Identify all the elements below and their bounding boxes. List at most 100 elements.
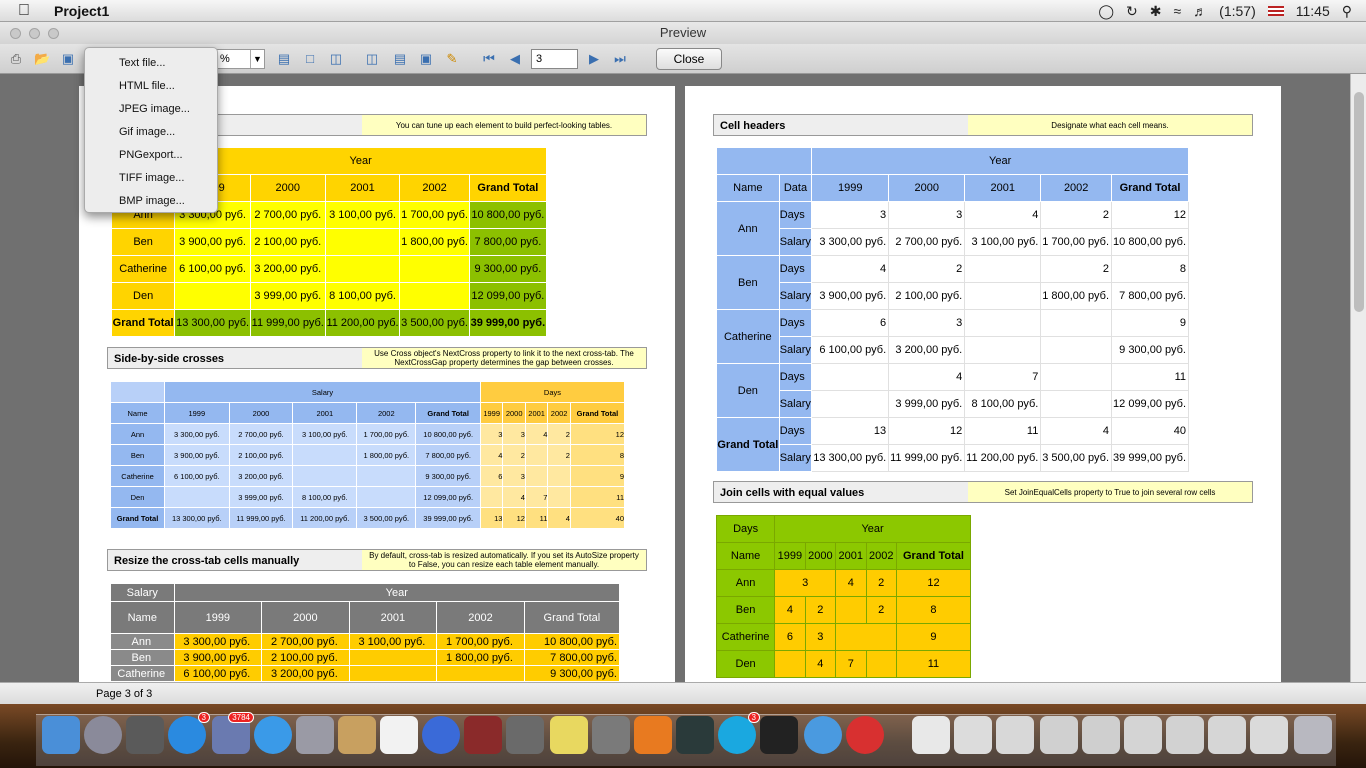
export-menu: Text file... HTML file... JPEG image... Gif… [84, 47, 218, 213]
page-setup-icon[interactable]: ▣ [418, 51, 434, 67]
first-page-icon[interactable]: ⏮ [481, 51, 497, 67]
menu-item[interactable]: Gif image... [85, 121, 217, 144]
menu-item[interactable]: Text file... [85, 52, 217, 75]
table-cell: 39 999,00 руб. [468, 309, 548, 337]
row-header: Den [109, 486, 166, 508]
thumbnails-icon[interactable]: ▤ [392, 51, 408, 67]
clock[interactable]: 11:45 [1296, 3, 1330, 19]
window-titlebar: Preview [0, 22, 1366, 44]
vertical-scrollbar[interactable] [1350, 74, 1366, 682]
row-header: Days [778, 363, 813, 391]
last-page-icon[interactable]: ⏭ [612, 51, 628, 67]
whole-page-icon[interactable]: □ [302, 51, 318, 67]
menu-item[interactable]: PNGexport... [85, 144, 217, 167]
finder-icon[interactable] [42, 716, 80, 754]
zoom-window-icon[interactable] [48, 28, 59, 39]
print-icon[interactable]: ⎙ [8, 51, 24, 67]
menu-item[interactable]: BMP image... [85, 190, 217, 213]
page-number-input[interactable]: 3 [531, 49, 578, 69]
sync-icon[interactable]: ↻ [1126, 3, 1138, 20]
vlc-icon[interactable] [634, 716, 672, 754]
save-icon[interactable]: ▣ [60, 51, 76, 67]
menu-item[interactable]: HTML file... [85, 75, 217, 98]
zoom-value: % [220, 53, 230, 65]
row-header: Grand Total [110, 309, 176, 337]
next-page-icon[interactable]: ▶ [586, 51, 602, 67]
window-thumbnail[interactable] [1250, 716, 1288, 754]
outline-icon[interactable]: ◫ [364, 51, 380, 67]
column-header: 2000 [261, 601, 350, 634]
stickies-icon[interactable] [550, 716, 588, 754]
window-thumbnail[interactable] [1166, 716, 1204, 754]
table-row: Grand Total 13 300,00 руб. 11 999,00 руб. 1… [109, 507, 626, 529]
scroll-thumb[interactable] [1354, 92, 1364, 312]
window-thumbnail[interactable] [1124, 716, 1162, 754]
window-thumbnail[interactable] [1082, 716, 1120, 754]
spotlight-icon[interactable]: ⚲ [1342, 3, 1352, 20]
table-cell [964, 336, 1042, 364]
table-cell: 11 999,00 руб. [888, 444, 966, 472]
system-preferences-icon[interactable] [592, 716, 630, 754]
table-row: Year [715, 147, 1189, 175]
table-cell: 13 [479, 507, 504, 529]
mail-icon[interactable]: 3784 [212, 712, 254, 754]
row-header: Days [778, 309, 813, 337]
table-cell: 13 300,00 руб. [164, 507, 230, 529]
column-header: Name [109, 402, 166, 424]
table-cell: 6 [479, 465, 504, 487]
close-window-icon[interactable] [10, 28, 21, 39]
open-icon[interactable]: 📂 [34, 51, 50, 67]
flag-icon[interactable] [1267, 6, 1284, 16]
column-header: Grand Total [1111, 174, 1189, 202]
menu-item[interactable]: TIFF image... [85, 167, 217, 190]
row-header: Days [778, 255, 813, 283]
section-header: Side-by-side crosses Use Cross object's … [107, 347, 647, 369]
app-store-icon[interactable]: 3 [168, 712, 210, 754]
skype-icon[interactable]: 3 [718, 712, 760, 754]
wifi-icon[interactable]: ≈ [1173, 3, 1181, 19]
window-thumbnail[interactable] [954, 716, 992, 754]
table-cell: 3 500,00 руб. [399, 309, 470, 337]
safari-icon[interactable] [254, 716, 292, 754]
table-cell: 3 100,00 руб. [964, 228, 1042, 256]
volume-icon[interactable]: ♬ [1193, 3, 1207, 19]
window-thumbnail[interactable] [996, 716, 1034, 754]
activity-monitor-icon[interactable] [676, 716, 714, 754]
launchpad-icon[interactable] [84, 716, 122, 754]
table-cell [356, 465, 417, 487]
preview-app-icon[interactable] [804, 716, 842, 754]
row-header: Catherine [109, 465, 166, 487]
itunes-icon[interactable] [422, 716, 460, 754]
mission-control-icon[interactable] [126, 716, 164, 754]
section-header: Resize the cross-tab cells manually By d… [107, 549, 647, 571]
app-name[interactable]: Project1 [54, 3, 109, 19]
window-thumbnail[interactable] [1040, 716, 1078, 754]
document-icon[interactable] [912, 716, 950, 754]
prev-page-icon[interactable]: ◀ [507, 51, 523, 67]
window-thumbnail[interactable] [1208, 716, 1246, 754]
console-icon[interactable] [760, 716, 798, 754]
table-cell: 12 099,00 руб. [415, 486, 481, 508]
table-row: Ben 4 2 2 8 [715, 596, 972, 624]
time-machine-icon[interactable]: ◯ [1098, 3, 1114, 20]
bluetooth-icon[interactable]: ✱ [1150, 3, 1162, 20]
contacts-icon[interactable] [338, 716, 376, 754]
trash-icon[interactable] [1294, 716, 1332, 754]
minimize-window-icon[interactable] [29, 28, 40, 39]
table-row: Salary 3 300,00 руб. 2 700,00 руб. 3 100,00… [717, 228, 1189, 256]
app-icon[interactable] [846, 716, 884, 754]
photo-booth-icon[interactable] [464, 716, 502, 754]
menu-item[interactable]: JPEG image... [85, 98, 217, 121]
iphoto-icon[interactable] [506, 716, 544, 754]
apple-icon[interactable]:  [18, 2, 40, 20]
table-cell: 12 [895, 569, 972, 597]
page-width-icon[interactable]: ▤ [276, 51, 292, 67]
zoom-select[interactable]: % ▼ [215, 49, 265, 69]
row-header: Ann [110, 633, 175, 650]
two-pages-icon[interactable]: ◫ [328, 51, 344, 67]
calendar-icon[interactable] [380, 716, 418, 754]
close-button[interactable]: Close [656, 48, 722, 70]
edit-icon[interactable]: ✎ [444, 51, 460, 67]
facetime-icon[interactable] [296, 716, 334, 754]
battery-indicator[interactable]: (1:57) [1219, 3, 1256, 19]
